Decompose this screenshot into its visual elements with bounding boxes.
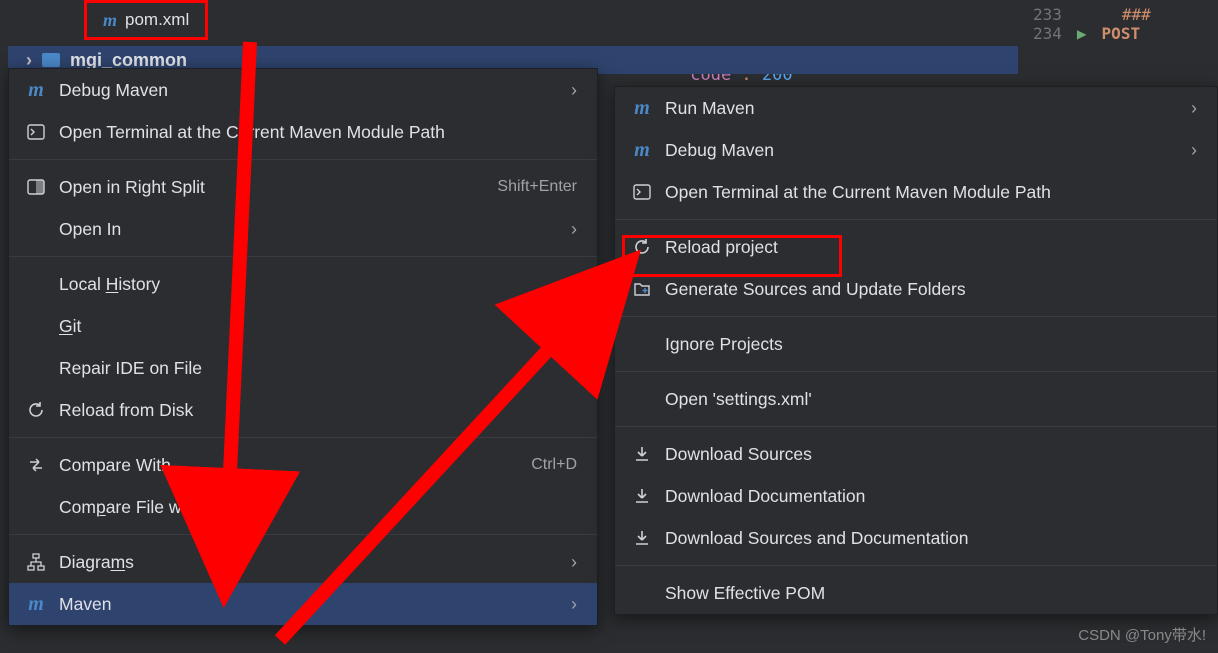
- submenu-arrow-icon: ›: [571, 80, 577, 101]
- menu-item-compare-with[interactable]: Compare With... Ctrl+D: [9, 444, 597, 486]
- menu-item-label: Repair IDE on File: [59, 358, 202, 379]
- menu-item-download-docs[interactable]: Download Documentation: [615, 475, 1217, 517]
- line-number: 233: [1033, 5, 1062, 24]
- watermark: CSDN @Tony带水!: [1078, 624, 1206, 645]
- menu-item-label: Git: [59, 316, 81, 337]
- menu-item-open-terminal[interactable]: Open Terminal at the Current Maven Modul…: [9, 111, 597, 153]
- download-icon: [631, 485, 653, 507]
- file-tab-pom[interactable]: m pom.xml: [84, 0, 208, 40]
- menu-item-open-in[interactable]: Open In ›: [9, 208, 597, 250]
- maven-file-icon: m: [103, 10, 117, 31]
- menu-separator: [615, 426, 1217, 427]
- menu-item-ignore-projects[interactable]: Ignore Projects: [615, 323, 1217, 365]
- submenu-arrow-icon: ›: [1191, 98, 1197, 119]
- menu-item-label: Open in Right Split: [59, 177, 205, 198]
- highlight-box-reload: [622, 235, 842, 277]
- menu-item-label: Download Documentation: [665, 486, 865, 507]
- menu-item-repair-ide[interactable]: Repair IDE on File: [9, 347, 597, 389]
- menu-item-label: Reload from Disk: [59, 400, 193, 421]
- menu-separator: [615, 316, 1217, 317]
- menu-item-label: Ignore Projects: [665, 334, 783, 355]
- menu-item-label: Run Maven: [665, 98, 755, 119]
- maven-run-icon: m: [631, 97, 653, 119]
- diagram-icon: [25, 551, 47, 573]
- menu-item-label: Open 'settings.xml': [665, 389, 812, 410]
- reload-icon: [25, 399, 47, 421]
- menu-item-open-right-split[interactable]: Open in Right Split Shift+Enter: [9, 166, 597, 208]
- maven-debug-icon: m: [25, 79, 47, 101]
- terminal-icon: [631, 181, 653, 203]
- line-number: 234: [1033, 24, 1062, 43]
- menu-item-download-both[interactable]: Download Sources and Documentation: [615, 517, 1217, 559]
- menu-item-label: Compare With...: [59, 455, 185, 476]
- menu-item-debug-maven-sub[interactable]: m Debug Maven ›: [615, 129, 1217, 171]
- download-icon: [631, 443, 653, 465]
- file-tab-label: pom.xml: [125, 10, 189, 30]
- menu-item-label: Debug Maven: [665, 140, 774, 161]
- submenu-arrow-icon: ›: [571, 552, 577, 573]
- terminal-icon: [25, 121, 47, 143]
- maven-icon: m: [25, 593, 47, 615]
- menu-item-label: Download Sources and Documentation: [665, 528, 969, 549]
- submenu-arrow-icon: ›: [571, 274, 577, 295]
- menu-item-download-sources[interactable]: Download Sources: [615, 433, 1217, 475]
- menu-item-label: Open Terminal at the Current Maven Modul…: [665, 182, 1051, 203]
- menu-separator: [9, 159, 597, 160]
- maven-debug-icon: m: [631, 139, 653, 161]
- menu-item-label: Local History: [59, 274, 160, 295]
- menu-item-git[interactable]: Git ›: [9, 305, 597, 347]
- menu-item-label: Debug Maven: [59, 80, 168, 101]
- menu-separator: [9, 256, 597, 257]
- menu-separator: [615, 219, 1217, 220]
- menu-item-run-maven[interactable]: m Run Maven ›: [615, 87, 1217, 129]
- menu-item-label: Open In: [59, 219, 121, 240]
- menu-item-label: Show Effective POM: [665, 583, 825, 604]
- context-menu-primary: m Debug Maven › Open Terminal at the Cur…: [8, 68, 598, 626]
- menu-item-reload-from-disk[interactable]: Reload from Disk: [9, 389, 597, 431]
- menu-separator: [615, 371, 1217, 372]
- menu-shortcut: Shift+Enter: [497, 178, 577, 196]
- code-text: POST: [1102, 24, 1141, 43]
- menu-separator: [9, 437, 597, 438]
- menu-item-show-effective-pom[interactable]: Show Effective POM: [615, 572, 1217, 614]
- menu-item-compare-editor[interactable]: Compare File with Editor: [9, 486, 597, 528]
- editor-top-region: "code": 200 m pom.xml › mgi_common: [0, 0, 1025, 74]
- editor-gutter: 233 ### 234 ▶ POST: [1023, 0, 1218, 60]
- submenu-arrow-icon: ›: [571, 219, 577, 240]
- context-menu-maven-submenu: m Run Maven › m Debug Maven › Open Termi…: [614, 86, 1218, 615]
- submenu-arrow-icon: ›: [1191, 140, 1197, 161]
- menu-item-label: Generate Sources and Update Folders: [665, 279, 966, 300]
- menu-item-open-terminal-sub[interactable]: Open Terminal at the Current Maven Modul…: [615, 171, 1217, 213]
- split-right-icon: [25, 176, 47, 198]
- menu-shortcut: Ctrl+D: [531, 456, 577, 474]
- run-gutter-icon[interactable]: ▶: [1077, 24, 1087, 43]
- download-icon: [631, 527, 653, 549]
- menu-separator: [615, 565, 1217, 566]
- compare-arrows-icon: [25, 454, 47, 476]
- menu-item-diagrams[interactable]: Diagrams ›: [9, 541, 597, 583]
- menu-item-label: Compare File with Editor: [59, 497, 251, 518]
- menu-item-label: Maven: [59, 594, 112, 615]
- menu-item-open-settings-xml[interactable]: Open 'settings.xml': [615, 378, 1217, 420]
- folder-icon: [42, 53, 60, 67]
- menu-separator: [9, 534, 597, 535]
- menu-item-label: Diagrams: [59, 552, 134, 573]
- menu-item-maven[interactable]: m Maven ›: [9, 583, 597, 625]
- menu-item-local-history[interactable]: Local History ›: [9, 263, 597, 305]
- submenu-arrow-icon: ›: [571, 316, 577, 337]
- menu-item-label: Download Sources: [665, 444, 812, 465]
- code-text: ###: [1122, 5, 1151, 24]
- submenu-arrow-icon: ›: [571, 594, 577, 615]
- menu-item-label: Open Terminal at the Current Maven Modul…: [59, 122, 445, 143]
- generate-folder-icon: [631, 278, 653, 300]
- menu-item-debug-maven[interactable]: m Debug Maven ›: [9, 69, 597, 111]
